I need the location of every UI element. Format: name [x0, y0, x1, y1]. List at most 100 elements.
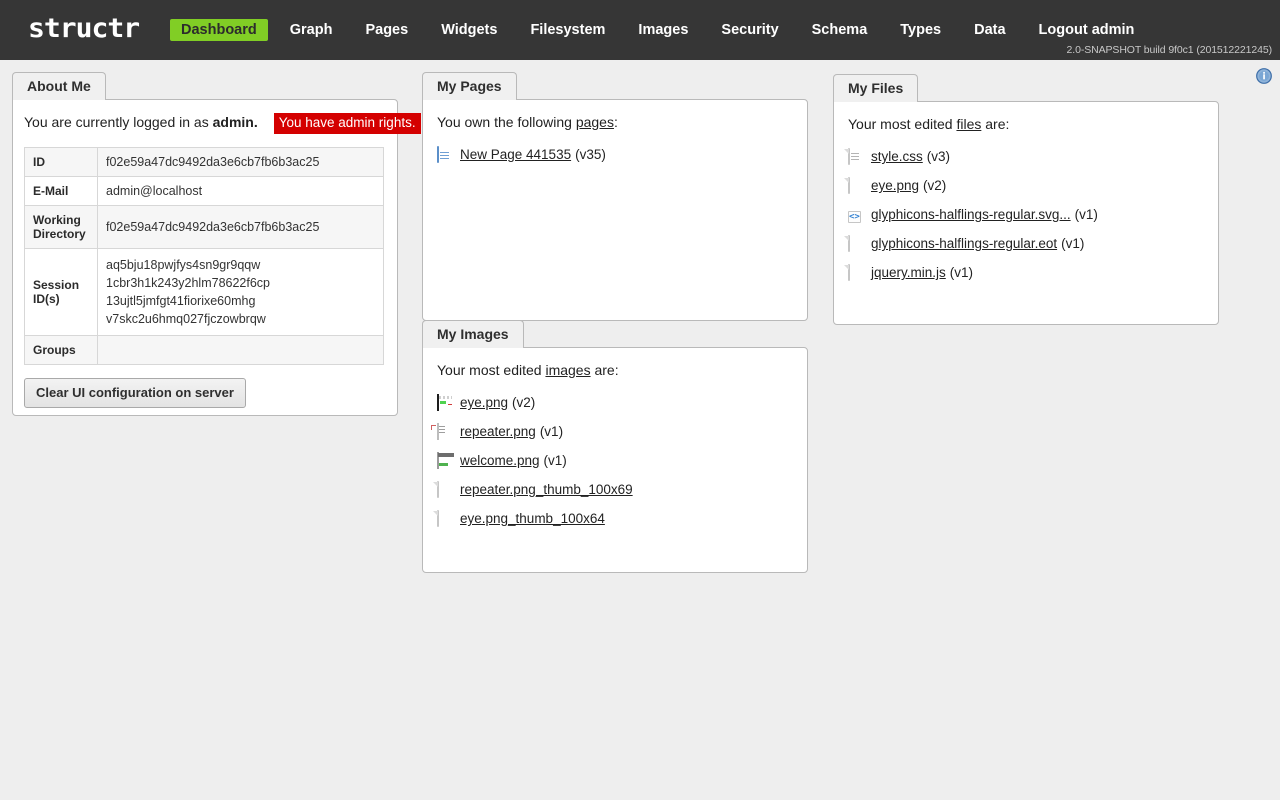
row-key: Session ID(s) — [24, 248, 98, 336]
about-me-panel: About Me You are currently logged in as … — [12, 72, 421, 416]
nav-item-filesystem[interactable]: Filesystem — [519, 19, 616, 41]
row-key: Working Directory — [24, 205, 98, 249]
list-item[interactable]: welcome.png (v1) — [437, 446, 793, 475]
nav-item-schema[interactable]: Schema — [801, 19, 879, 41]
logged-in-status: You are currently logged in as admin. You… — [24, 112, 421, 134]
files-item-link[interactable]: style.css — [871, 149, 923, 164]
item-version: (v1) — [1061, 236, 1085, 251]
intro-suffix: : — [613, 114, 618, 130]
pages-link[interactable]: pages — [576, 114, 614, 130]
table-row: ID f02e59a47dc9492da3e6cb7fb6b3ac25 — [24, 147, 384, 177]
nav-item-data[interactable]: Data — [963, 19, 1016, 41]
main-navigation: Dashboard Graph Pages Widgets Filesystem Imag… — [170, 0, 1156, 60]
item-version: (v2) — [512, 395, 536, 410]
logged-in-username: admin. — [212, 114, 258, 130]
images-link[interactable]: images — [545, 362, 590, 378]
nav-item-widgets[interactable]: Widgets — [430, 19, 508, 41]
image-thumbnail-welcome — [437, 451, 453, 469]
my-pages-tab[interactable]: My Pages — [422, 72, 517, 100]
logged-in-prefix: You are currently logged in as — [24, 114, 213, 130]
version-label: 2.0-SNAPSHOT build 9f0c1 (201512221245) — [1066, 44, 1273, 56]
structr-logo: structr — [28, 13, 140, 44]
row-value: admin@localhost — [97, 176, 384, 206]
list-item[interactable]: glyphicons-halflings-regular.eot (v1) — [848, 229, 1204, 258]
row-value: f02e59a47dc9492da3e6cb7fb6b3ac25 — [97, 147, 384, 177]
css-sheet-icon — [848, 147, 864, 165]
my-pages-intro: You own the following pages: — [437, 112, 793, 132]
files-item-link[interactable]: glyphicons-halflings-regular.eot — [871, 236, 1057, 251]
table-row: Working Directory f02e59a47dc9492da3e6cb… — [24, 205, 384, 249]
pages-item-link[interactable]: New Page 441535 — [460, 147, 571, 162]
my-files-list: style.css (v3) eye.png (v2) <> glyphicons-hal… — [848, 142, 1204, 287]
my-images-list: eye.png (v2) repeater.png (v1) welcome.png (v… — [437, 388, 793, 533]
session-id: v7skc2u6hmq027fjczowbrqw — [106, 312, 266, 326]
nav-item-pages[interactable]: Pages — [354, 19, 419, 41]
row-key: Groups — [24, 335, 98, 365]
intro-prefix: Your most edited — [848, 116, 957, 132]
table-row: Groups — [24, 335, 384, 365]
session-id: 13ujtl5jmfgt41fiorixe60mhg — [106, 294, 256, 308]
about-me-tab[interactable]: About Me — [12, 72, 106, 100]
row-value: f02e59a47dc9492da3e6cb7fb6b3ac25 — [97, 205, 384, 249]
images-item-link[interactable]: welcome.png — [460, 453, 540, 468]
images-item-link[interactable]: eye.png_thumb_100x64 — [460, 511, 605, 526]
file-sheet-icon — [437, 480, 453, 498]
list-item[interactable]: jquery.min.js (v1) — [848, 258, 1204, 287]
files-item-link[interactable]: glyphicons-halflings-regular.svg... — [871, 207, 1071, 222]
my-files-panel: My Files Your most edited files are: sty… — [833, 74, 1219, 325]
about-me-body: You are currently logged in as admin. You… — [12, 99, 421, 416]
item-version: (v1) — [949, 265, 974, 280]
list-item[interactable]: eye.png (v2) — [437, 388, 793, 417]
nav-item-types[interactable]: Types — [889, 19, 952, 41]
nav-item-graph[interactable]: Graph — [279, 19, 344, 41]
nav-item-dashboard[interactable]: Dashboard — [170, 19, 268, 41]
files-item-link[interactable]: jquery.min.js — [871, 265, 946, 280]
file-sheet-icon — [848, 263, 864, 281]
intro-prefix: You own the following — [437, 114, 576, 130]
file-sheet-icon — [848, 234, 864, 252]
images-item-link[interactable]: repeater.png — [460, 424, 536, 439]
about-me-table: ID f02e59a47dc9492da3e6cb7fb6b3ac25 E-Ma… — [24, 147, 384, 365]
table-row: E-Mail admin@localhost — [24, 176, 384, 206]
intro-suffix: are: — [981, 116, 1010, 132]
item-version: (v1) — [543, 453, 567, 468]
list-item[interactable]: repeater.png (v1) — [437, 417, 793, 446]
file-sheet-icon — [437, 509, 453, 527]
my-files-body: Your most edited files are: style.css (v3… — [833, 101, 1219, 325]
files-item-link[interactable]: eye.png — [871, 178, 919, 193]
table-row: Session ID(s) aq5bju18pwjfys4sn9gr9qqw 1c… — [24, 248, 384, 336]
session-id-list: aq5bju18pwjfys4sn9gr9qqw 1cbr3h1k243y2hlm… — [97, 248, 384, 336]
list-item[interactable]: eye.png (v2) — [848, 171, 1204, 200]
images-item-link[interactable]: eye.png — [460, 395, 508, 410]
intro-suffix: are: — [590, 362, 619, 378]
list-item[interactable]: eye.png_thumb_100x64 — [437, 504, 793, 533]
my-pages-panel: My Pages You own the following pages: Ne… — [422, 72, 808, 321]
my-files-tab[interactable]: My Files — [833, 74, 919, 102]
clear-ui-configuration-button[interactable]: Clear UI configuration on server — [24, 378, 246, 408]
nav-item-logout-admin[interactable]: Logout admin — [1028, 19, 1146, 41]
item-version: (v3) — [926, 149, 951, 164]
session-id: 1cbr3h1k243y2hlm78622f6cp — [106, 276, 271, 290]
list-item[interactable]: New Page 441535 (v35) — [437, 140, 793, 169]
item-version: (v2) — [923, 178, 947, 193]
files-link[interactable]: files — [956, 116, 981, 132]
images-item-link[interactable]: repeater.png_thumb_100x69 — [460, 482, 633, 497]
info-circle-icon[interactable] — [1256, 68, 1272, 84]
nav-item-images[interactable]: Images — [627, 19, 699, 41]
item-version: (v1) — [539, 424, 564, 439]
my-images-panel: My Images Your most edited images are: e… — [422, 320, 808, 573]
image-thumbnail-eye — [437, 393, 453, 411]
intro-prefix: Your most edited — [437, 362, 546, 378]
list-item[interactable]: <> glyphicons-halflings-regular.svg... (v1… — [848, 200, 1204, 229]
my-files-intro: Your most edited files are: — [848, 114, 1204, 134]
row-value — [97, 335, 384, 365]
file-sheet-icon — [848, 176, 864, 194]
session-id: aq5bju18pwjfys4sn9gr9qqw — [106, 258, 261, 272]
app-header: structr Dashboard Graph Pages Widgets Filesy… — [0, 0, 1280, 60]
list-item[interactable]: repeater.png_thumb_100x69 — [437, 475, 793, 504]
nav-item-security[interactable]: Security — [710, 19, 789, 41]
my-images-tab[interactable]: My Images — [422, 320, 524, 348]
my-pages-list: New Page 441535 (v35) — [437, 140, 793, 169]
my-images-intro: Your most edited images are: — [437, 360, 793, 380]
list-item[interactable]: style.css (v3) — [848, 142, 1204, 171]
